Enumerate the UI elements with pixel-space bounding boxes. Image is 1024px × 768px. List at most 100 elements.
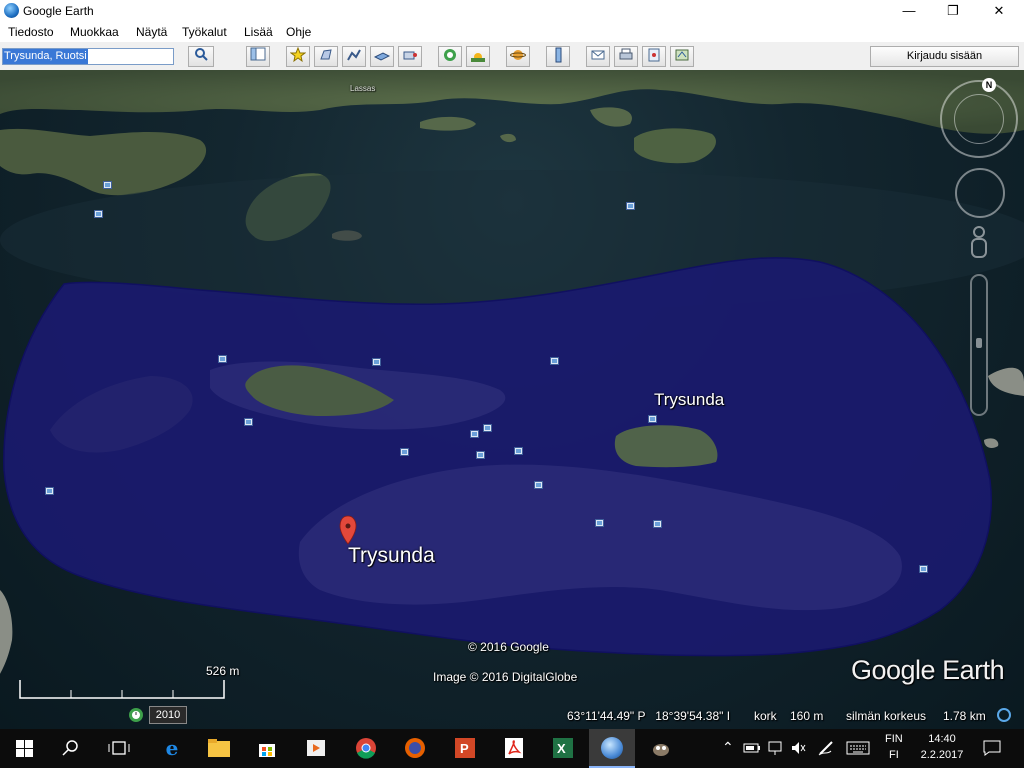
save-image-icon[interactable] <box>642 46 666 67</box>
minimize-button[interactable]: — <box>886 0 932 22</box>
sidebar-icon[interactable] <box>246 46 270 67</box>
chrome-icon[interactable] <box>355 737 377 759</box>
firefox-icon[interactable] <box>404 737 426 759</box>
feature-marker[interactable] <box>400 448 409 456</box>
north-coastline <box>0 70 1024 134</box>
input-language-bottom[interactable]: FI <box>889 749 899 761</box>
gimp-icon[interactable] <box>650 737 672 759</box>
feature-marker[interactable] <box>103 181 112 189</box>
pin-label[interactable]: Trysunda <box>348 544 435 568</box>
edge-icon[interactable]: e <box>160 737 184 759</box>
search-icon[interactable] <box>188 46 214 67</box>
compass-ring[interactable] <box>940 80 1018 158</box>
menu-tools[interactable]: Työkalut <box>182 25 227 39</box>
input-language-top[interactable]: FIN <box>885 733 903 745</box>
street-view-pegman-icon[interactable] <box>968 226 990 264</box>
feature-marker[interactable] <box>595 519 604 527</box>
feature-marker[interactable] <box>514 447 523 455</box>
store-icon[interactable] <box>256 737 278 759</box>
compass-north-icon[interactable]: N <box>982 78 996 92</box>
sign-in-button[interactable]: Kirjaudu sisään <box>870 46 1019 67</box>
media-player-icon[interactable] <box>305 737 327 759</box>
status-elevation-label: kork <box>754 709 777 723</box>
feature-marker[interactable] <box>534 481 543 489</box>
menu-view[interactable]: Näytä <box>136 25 167 39</box>
title-bar: Google Earth — ❐ ✕ <box>0 0 1024 22</box>
path-icon[interactable] <box>342 46 366 67</box>
menu-file[interactable]: Tiedosto <box>8 25 54 39</box>
feature-marker[interactable] <box>372 358 381 366</box>
historical-clock-icon[interactable] <box>128 707 144 723</box>
feature-marker[interactable] <box>626 202 635 210</box>
network-icon[interactable] <box>767 740 783 756</box>
move-joystick[interactable] <box>955 168 1005 218</box>
file-explorer-icon[interactable] <box>207 738 231 758</box>
feature-marker[interactable] <box>648 415 657 423</box>
zoom-slider[interactable] <box>970 274 988 416</box>
placemark-icon[interactable] <box>286 46 310 67</box>
search-input[interactable]: Trysunda, Ruotsi <box>2 48 174 65</box>
powerpoint-icon[interactable]: P <box>454 737 476 759</box>
acrobat-icon[interactable] <box>503 737 525 759</box>
clock-date[interactable]: 2.2.2017 <box>919 749 965 761</box>
print-icon[interactable] <box>614 46 638 67</box>
scale-label: 526 m <box>206 664 240 678</box>
streaming-indicator-icon <box>997 708 1011 722</box>
status-coordinates: 63°11'44.49" P 18°39'54.38" I <box>567 709 731 723</box>
zoom-slider-handle[interactable] <box>976 338 982 348</box>
place-label-top: Lassas <box>350 84 376 93</box>
feature-marker[interactable] <box>550 357 559 365</box>
svg-text:P: P <box>460 741 469 756</box>
feature-marker[interactable] <box>483 424 492 432</box>
east-island <box>614 425 718 468</box>
menu-help[interactable]: Ohje <box>286 25 311 39</box>
historical-imagery-icon[interactable] <box>438 46 462 67</box>
view-in-maps-icon[interactable] <box>670 46 694 67</box>
power-icon[interactable] <box>743 741 761 755</box>
windows-taskbar: e P X ⌃ FIN FI 14:40 2.2.2017 <box>0 729 1024 768</box>
menu-edit[interactable]: Muokkaa <box>70 25 119 39</box>
task-view-icon[interactable] <box>108 740 130 756</box>
feature-marker[interactable] <box>45 487 54 495</box>
map-viewport[interactable]: Lassas Trysunda Trysunda N © 2016 Google… <box>0 70 1024 729</box>
feature-marker[interactable] <box>244 418 253 426</box>
email-icon[interactable] <box>586 46 610 67</box>
feature-marker[interactable] <box>470 430 479 438</box>
close-button[interactable]: ✕ <box>976 0 1022 22</box>
look-joystick[interactable] <box>954 94 1004 144</box>
windows-start-icon[interactable] <box>16 740 33 757</box>
southwest-rocks <box>0 590 13 674</box>
polygon-icon[interactable] <box>314 46 338 67</box>
ruler-icon[interactable] <box>546 46 570 67</box>
copyright-google: © 2016 Google <box>468 640 549 654</box>
menu-add[interactable]: Lisää <box>244 25 273 39</box>
google-earth-taskbar-active[interactable] <box>589 729 635 768</box>
historical-year-badge[interactable]: 2010 <box>149 706 187 724</box>
google-earth-logo: Google Earth <box>851 655 1005 685</box>
svg-text:X: X <box>557 741 566 756</box>
status-eye-value: 1.78 km <box>943 709 986 723</box>
feature-marker[interactable] <box>476 451 485 459</box>
maximize-button[interactable]: ❐ <box>930 0 976 22</box>
google-earth-app-icon <box>4 3 19 18</box>
feature-marker[interactable] <box>653 520 662 528</box>
sunlight-icon[interactable] <box>466 46 490 67</box>
touch-keyboard-icon[interactable] <box>846 741 870 755</box>
excel-icon[interactable]: X <box>552 737 574 759</box>
action-center-icon[interactable] <box>983 740 1001 756</box>
show-hidden-icons-icon[interactable]: ⌃ <box>722 739 734 756</box>
clock-time[interactable]: 14:40 <box>927 733 957 745</box>
record-tour-icon[interactable] <box>398 46 422 67</box>
window-title: Google Earth <box>23 4 94 18</box>
feature-marker[interactable] <box>218 355 227 363</box>
pen-icon[interactable] <box>817 739 835 757</box>
feature-marker[interactable] <box>94 210 103 218</box>
planets-icon[interactable] <box>506 46 530 67</box>
northeast-islets <box>420 107 632 143</box>
volume-muted-icon[interactable] <box>790 740 806 756</box>
overlay-icon[interactable] <box>370 46 394 67</box>
search-icon[interactable] <box>62 739 80 757</box>
status-eye-label: silmän korkeus <box>846 709 927 723</box>
feature-marker[interactable] <box>919 565 928 573</box>
island-label[interactable]: Trysunda <box>654 390 724 410</box>
